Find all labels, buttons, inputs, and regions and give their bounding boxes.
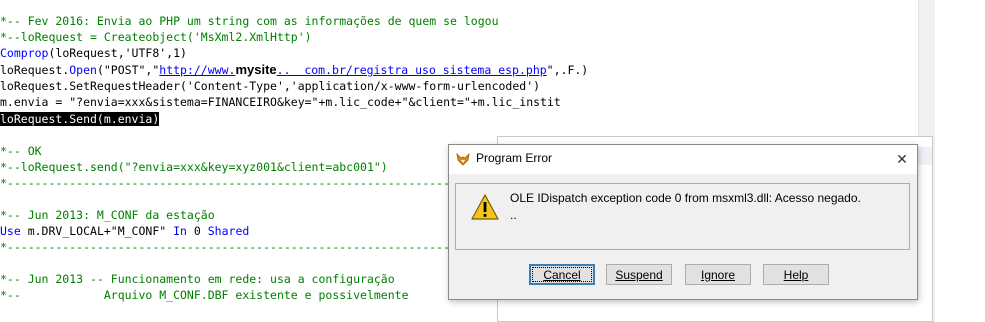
cancel-button[interactable]: Cancel	[529, 264, 595, 285]
code-line[interactable]: *---------------------------------------…	[0, 175, 505, 191]
code-comment: *--loRequest.send("?envia=xxx&key=xyz001…	[0, 160, 388, 174]
suspend-button-label: Suspend	[615, 267, 663, 282]
code-keyword: Shared	[207, 224, 250, 238]
code-comment: *-- Jun 2013: M_CONF da estação	[0, 208, 215, 222]
code-url: http://www.	[159, 63, 236, 77]
help-button[interactable]: Help	[763, 264, 829, 285]
code-text: m.envia = "?envia=xxx&sistema=FINANCEIRO…	[0, 95, 561, 109]
code-line[interactable]: *--loRequest = Createobject('MsXml2.XmlH…	[0, 29, 312, 45]
ignore-button-label: Ignore	[700, 267, 736, 282]
code-comment: *---------------------------------------…	[0, 176, 506, 190]
code-comment: *-- Jun 2013 -- Funcionamento em rede: u…	[0, 272, 395, 286]
code-line[interactable]: Comprop(loRequest,'UTF8',1)	[0, 45, 187, 61]
code-line[interactable]: *--loRequest.send("?envia=xxx&key=xyz001…	[0, 159, 388, 175]
code-line[interactable]: *-- Arquivo M_CONF.DBF existente e possi…	[0, 287, 409, 303]
close-icon: ✕	[896, 151, 908, 167]
code-comment: *-- Fev 2016: Envia ao PHP um string com…	[0, 14, 499, 28]
foxpro-fox-icon	[456, 152, 470, 166]
code-text: ("POST","	[96, 63, 160, 77]
code-text: loRequest.SetRequestHeader('Content-Type…	[0, 79, 541, 93]
code-line[interactable]: *-- Jun 2013 -- Funcionamento em rede: u…	[0, 271, 395, 287]
message-area: OLE IDispatch exception code 0 from msxm…	[455, 183, 910, 250]
code-comment: *-- Arquivo M_CONF.DBF existente e possi…	[0, 288, 409, 302]
code-comment: *-- OK	[0, 144, 42, 158]
code-text: loRequest.	[0, 63, 70, 77]
code-text: ",.F.)	[546, 63, 589, 77]
cancel-button-label: Cancel	[543, 267, 581, 282]
help-button-label: Help	[783, 267, 809, 282]
window-background	[935, 0, 985, 322]
dialog-titlebar[interactable]: Program Error ✕	[449, 145, 917, 174]
code-line[interactable]: *-- Fev 2016: Envia ao PHP um string com…	[0, 13, 499, 29]
code-text: m.DRV_LOCAL+"M_CONF"	[20, 224, 174, 238]
program-error-dialog: Program Error ✕ OLE IDispatch exception …	[448, 144, 918, 300]
code-url-host: mysite	[235, 62, 277, 77]
error-message: OLE IDispatch exception code 0 from msxm…	[510, 191, 861, 205]
dialog-title: Program Error	[476, 151, 553, 165]
close-button[interactable]: ✕	[887, 145, 917, 174]
code-selection: loRequest.Send(m.envia)	[0, 112, 160, 126]
code-line[interactable]: loRequest.Send(m.envia)	[0, 111, 160, 127]
code-line[interactable]: m.envia = "?envia=xxx&sistema=FINANCEIRO…	[0, 94, 561, 110]
suspend-button[interactable]: Suspend	[606, 264, 672, 285]
code-text: (loRequest,'UTF8',1)	[48, 46, 187, 60]
code-line[interactable]: *-- Jun 2013: M_CONF da estação	[0, 207, 215, 223]
code-keyword: Comprop	[0, 46, 49, 60]
code-text: 0	[186, 224, 208, 238]
code-keyword: Use	[0, 224, 21, 238]
ignore-button[interactable]: Ignore	[685, 264, 751, 285]
code-keyword: In	[173, 224, 187, 238]
code-line[interactable]: *-- OK	[0, 143, 42, 159]
code-line[interactable]: Use m.DRV_LOCAL+"M_CONF" In 0 Shared	[0, 223, 249, 239]
code-url: .. com.br/registra uso sistema esp.php	[276, 63, 547, 77]
code-keyword: Open	[69, 63, 97, 77]
code-line[interactable]: *---------------------------------------…	[0, 239, 505, 255]
code-comment: *---------------------------------------…	[0, 240, 506, 254]
error-message-detail: ..	[510, 208, 517, 222]
code-line[interactable]: loRequest.SetRequestHeader('Content-Type…	[0, 78, 540, 94]
code-line[interactable]: loRequest.Open("POST","http://www.mysite…	[0, 62, 588, 78]
code-comment: *--loRequest = Createobject('MsXml2.XmlH…	[0, 30, 312, 44]
warning-icon	[471, 194, 499, 220]
